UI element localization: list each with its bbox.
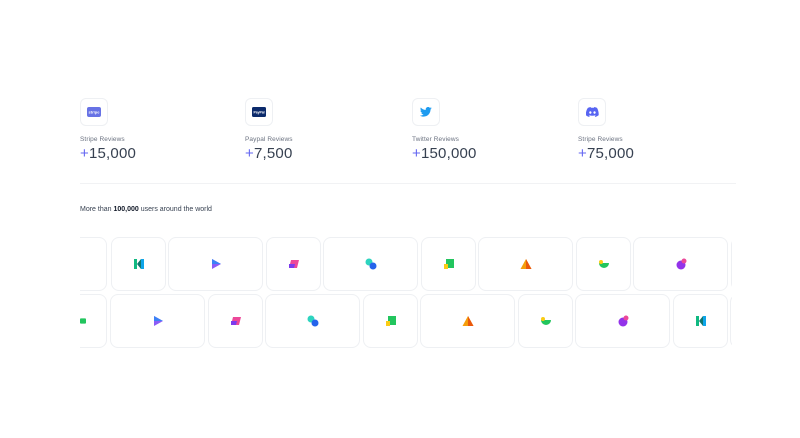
pink-fold-logo-icon bbox=[229, 314, 243, 328]
logo-card bbox=[730, 294, 732, 348]
orange-triangle-logo-icon bbox=[461, 314, 475, 328]
logo-card bbox=[168, 237, 263, 291]
overlapping-circles-logo-icon bbox=[364, 257, 378, 271]
logo-card bbox=[478, 237, 573, 291]
stat-stripe: stripe Stripe Reviews +15,000 bbox=[80, 98, 230, 162]
logo-card bbox=[80, 237, 107, 291]
logo-card bbox=[575, 294, 670, 348]
twitter-logo-icon bbox=[412, 98, 440, 126]
logo-card bbox=[576, 237, 631, 291]
stat-label: Twitter Reviews bbox=[412, 136, 460, 143]
logo-card bbox=[421, 237, 476, 291]
logo-marquee-row-1 bbox=[80, 237, 732, 293]
svg-text:PayPal: PayPal bbox=[253, 110, 264, 114]
stat-paypal: PayPal Paypal Reviews +7,500 bbox=[245, 98, 395, 162]
logo-card bbox=[363, 294, 418, 348]
paypal-logo-icon: PayPal bbox=[245, 98, 273, 126]
overlapping-circles-logo-icon bbox=[306, 314, 320, 328]
green-bowl-logo-icon bbox=[539, 314, 553, 328]
discord-logo-icon bbox=[578, 98, 606, 126]
logo-marquee-row-2 bbox=[80, 294, 732, 350]
stat-label: Stripe Reviews bbox=[80, 136, 125, 143]
teal-k-logo-icon bbox=[132, 257, 146, 271]
users-count-text: More than 100,000 users around the world bbox=[80, 206, 212, 213]
logo-card bbox=[208, 294, 263, 348]
purple-blob-logo-icon bbox=[616, 314, 630, 328]
logo-card bbox=[633, 237, 728, 291]
logo-card bbox=[111, 237, 166, 291]
logo-card bbox=[420, 294, 515, 348]
logo-card bbox=[323, 237, 418, 291]
stat-label: Paypal Reviews bbox=[245, 136, 293, 143]
stat-twitter: Twitter Reviews +150,000 bbox=[412, 98, 562, 162]
logo-card bbox=[266, 237, 321, 291]
svg-text:stripe: stripe bbox=[89, 110, 101, 115]
stat-value: +150,000 bbox=[412, 145, 477, 162]
logo-card bbox=[80, 294, 107, 348]
purple-blob-logo-icon bbox=[674, 257, 688, 271]
green-bowl-logo-icon bbox=[597, 257, 611, 271]
pink-fold-logo-icon bbox=[287, 257, 301, 271]
stat-value: +15,000 bbox=[80, 145, 137, 162]
teal-k-logo-icon bbox=[694, 314, 708, 328]
users-count: 100,000 bbox=[113, 206, 139, 213]
logo-card bbox=[518, 294, 573, 348]
stat-value: +7,500 bbox=[245, 145, 293, 162]
play-triangle-logo-icon bbox=[151, 314, 165, 328]
green-square-logo-icon bbox=[442, 257, 456, 271]
logo-card bbox=[731, 237, 732, 291]
stat-label: Stripe Reviews bbox=[578, 136, 623, 143]
review-stats: stripe Stripe Reviews +15,000 PayPal Pay… bbox=[80, 98, 736, 184]
logo-card bbox=[673, 294, 728, 348]
logo-card bbox=[110, 294, 205, 348]
green-bars-logo-icon bbox=[80, 316, 86, 326]
stat-value: +75,000 bbox=[578, 145, 635, 162]
stripe-logo-icon: stripe bbox=[80, 98, 108, 126]
green-square-logo-icon bbox=[384, 314, 398, 328]
orange-triangle-logo-icon bbox=[519, 257, 533, 271]
stat-discord: Stripe Reviews +75,000 bbox=[578, 98, 728, 162]
play-triangle-logo-icon bbox=[209, 257, 223, 271]
logo-card bbox=[265, 294, 360, 348]
